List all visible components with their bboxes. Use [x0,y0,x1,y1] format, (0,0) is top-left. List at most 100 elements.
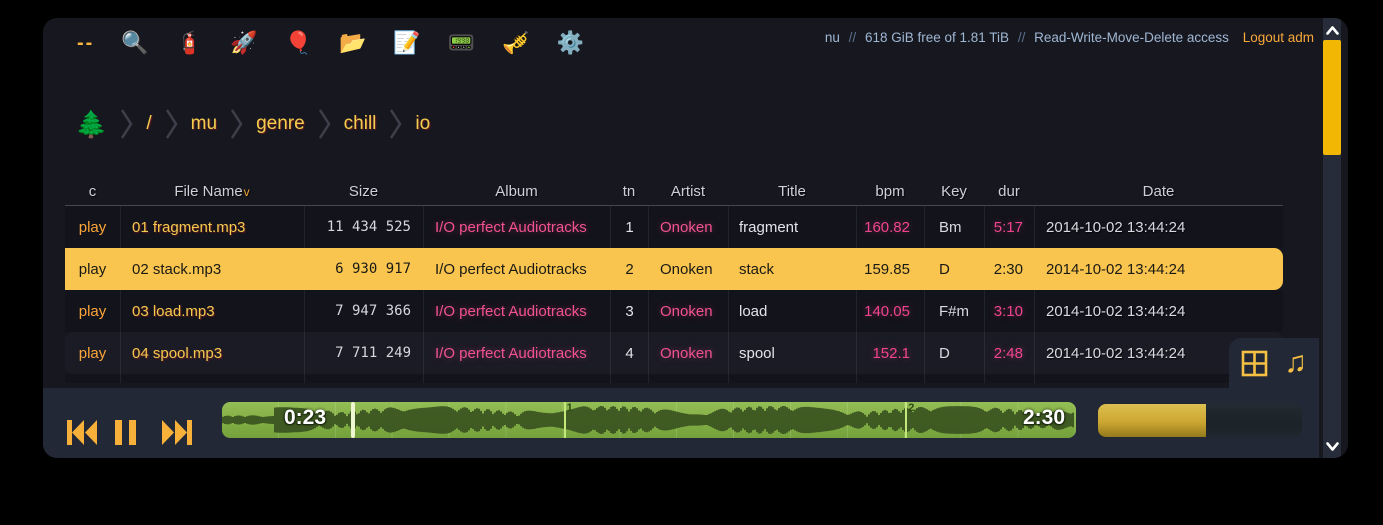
col-header-album[interactable]: Album [423,178,610,205]
file-table: c File Namev Size Album tn Artist Title … [65,178,1283,383]
col-header-artist[interactable]: Artist [648,178,728,205]
duration-cell: 2:30 [984,248,1034,290]
grid-view-icon[interactable] [1241,350,1268,377]
album-cell: I/O perfect Audiotracks [423,248,610,290]
breadcrumb-mu[interactable]: mu [191,113,217,135]
trumpet-icon[interactable]: 🎺 [502,32,529,54]
minute-marker-label: 1 [567,402,573,414]
title-cell: spool [728,332,856,374]
memo-icon[interactable]: 📝 [393,32,420,54]
bpm-cell: 159.85 [856,248,924,290]
col-header-title[interactable]: Title [728,178,856,205]
play-button[interactable]: play [65,206,120,248]
scroll-down-icon[interactable] [1323,436,1341,456]
play-button[interactable]: play [65,290,120,332]
widget-toggle-panel: ♫ [1229,338,1319,388]
file-link[interactable]: 03 load.mp3 [120,290,304,332]
breadcrumb-genre[interactable]: genre [256,113,305,135]
playhead[interactable] [351,402,355,438]
album-cell: I/O perfect Audiotracks [423,332,610,374]
artist-cell: Onoken [648,332,728,374]
title-cell: load [728,290,856,332]
col-header-size[interactable]: Size [304,178,423,205]
breadcrumb-io[interactable]: io [415,113,430,135]
music-note-icon[interactable]: ♫ [1284,348,1307,378]
folder-icon[interactable]: 📂 [339,32,366,54]
breadcrumb-chill[interactable]: chill [344,113,377,135]
file-size: 7 711 249 [304,332,423,374]
date-cell: 2014-10-02 13:44:24 [1034,206,1283,248]
file-size: 6 930 917 [304,248,423,290]
play-button[interactable]: play [65,332,120,374]
col-header-dur[interactable]: dur [984,178,1034,205]
duration-cell: 2:48 [984,332,1034,374]
table-row-playing: play 02 stack.mp3 6 930 917 I/O perfect … [65,248,1283,290]
scroll-up-icon[interactable] [1323,20,1341,40]
date-cell: 2014-10-02 13:44:24 [1034,290,1283,332]
separator: // [849,30,857,45]
bpm-cell: 160.82 [856,206,924,248]
col-header-bpm[interactable]: bpm [856,178,924,205]
sort-descending-indicator: v [244,185,250,199]
chevron-right-icon [389,107,402,141]
key-cell: F#m [924,290,984,332]
col-header-date[interactable]: Date [1034,178,1283,205]
album-cell: I/O perfect Audiotracks [423,206,610,248]
minute-marker-2: 2 [905,402,907,438]
logout-link[interactable]: Logout adm [1243,30,1314,45]
tracknum-cell: 4 [610,332,648,374]
chevron-right-icon [165,107,178,141]
key-cell: D [924,248,984,290]
artist-cell: Onoken [648,290,728,332]
separator: // [1018,30,1026,45]
breadcrumb: 🌲 / mu genre chill io [75,102,430,146]
fire-extinguisher-icon[interactable]: 🧯 [176,32,203,54]
status-line: nu // 618 GiB free of 1.81 TiB // Read-W… [825,30,1314,45]
file-link[interactable]: 01 fragment.mp3 [120,206,304,248]
table-row: play 03 load.mp3 7 947 366 I/O perfect A… [65,290,1283,332]
file-size: 7 947 366 [304,290,423,332]
balloon-icon[interactable]: 🎈 [285,32,312,54]
username: nu [825,30,840,45]
file-link[interactable]: 02 stack.mp3 [120,248,304,290]
col-header-c[interactable]: c [65,178,120,205]
col-header-filename-label: File Name [174,183,242,200]
table-row-clipped [65,374,1283,383]
minute-marker-1: 1 [564,402,566,438]
rocket-icon[interactable]: 🚀 [230,32,257,54]
scrollbar[interactable] [1323,18,1341,458]
scrollbar-thumb[interactable] [1323,40,1341,155]
file-size: 11 434 525 [304,206,423,248]
volume-slider[interactable] [1098,404,1302,437]
title-cell: stack [728,248,856,290]
col-header-tn[interactable]: tn [610,178,648,205]
next-track-button[interactable] [161,420,192,445]
file-link[interactable]: 04 spool.mp3 [120,332,304,374]
artist-cell: Onoken [648,206,728,248]
tree-toggle-icon[interactable]: 🌲 [75,111,107,137]
col-header-key[interactable]: Key [924,178,984,205]
seekbar[interactable]: 1 2 0:23 2:30 [222,402,1076,438]
search-icon[interactable]: 🔍 [121,32,148,54]
minute-marker-label: 2 [908,402,914,414]
bpm-cell: 140.05 [856,290,924,332]
pager-icon[interactable]: 📟 [448,32,475,54]
player-bar: 1 2 0:23 2:30 [43,388,1319,458]
play-button[interactable]: play [65,248,120,290]
tracknum-cell: 3 [610,290,648,332]
pause-button[interactable] [115,420,136,445]
bpm-cell: 152.1 [856,332,924,374]
duration-cell: 3:10 [984,290,1034,332]
menu-dashes-button[interactable]: -- [77,32,94,55]
toolbar: -- 🔍 🧯 🚀 🎈 📂 📝 📟 🎺 ⚙️ [77,24,584,62]
col-header-filename[interactable]: File Namev [120,178,304,205]
table-header-row: c File Namev Size Album tn Artist Title … [65,178,1283,206]
tracknum-cell: 1 [610,206,648,248]
artist-cell: Onoken [648,248,728,290]
gear-icon[interactable]: ⚙️ [557,32,584,54]
breadcrumb-root[interactable]: / [146,113,151,135]
key-cell: D [924,332,984,374]
previous-track-button[interactable] [67,420,98,445]
chevron-right-icon [318,107,331,141]
chevron-right-icon [120,107,133,141]
